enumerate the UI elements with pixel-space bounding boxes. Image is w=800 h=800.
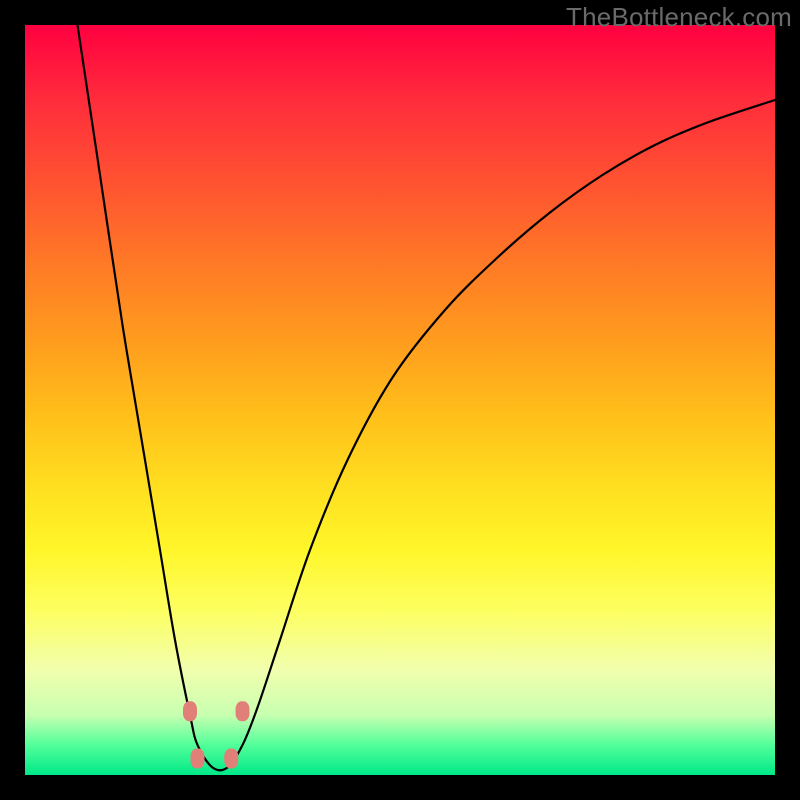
- curve-marker: [191, 749, 205, 769]
- curve-marker: [224, 749, 238, 769]
- curve-marker: [183, 701, 197, 721]
- chart-svg: [25, 25, 775, 775]
- bottleneck-curve: [78, 25, 776, 770]
- curve-marker: [236, 701, 250, 721]
- curve-markers: [183, 701, 250, 768]
- watermark-text: TheBottleneck.com: [566, 2, 792, 33]
- chart-plot-area: [25, 25, 775, 775]
